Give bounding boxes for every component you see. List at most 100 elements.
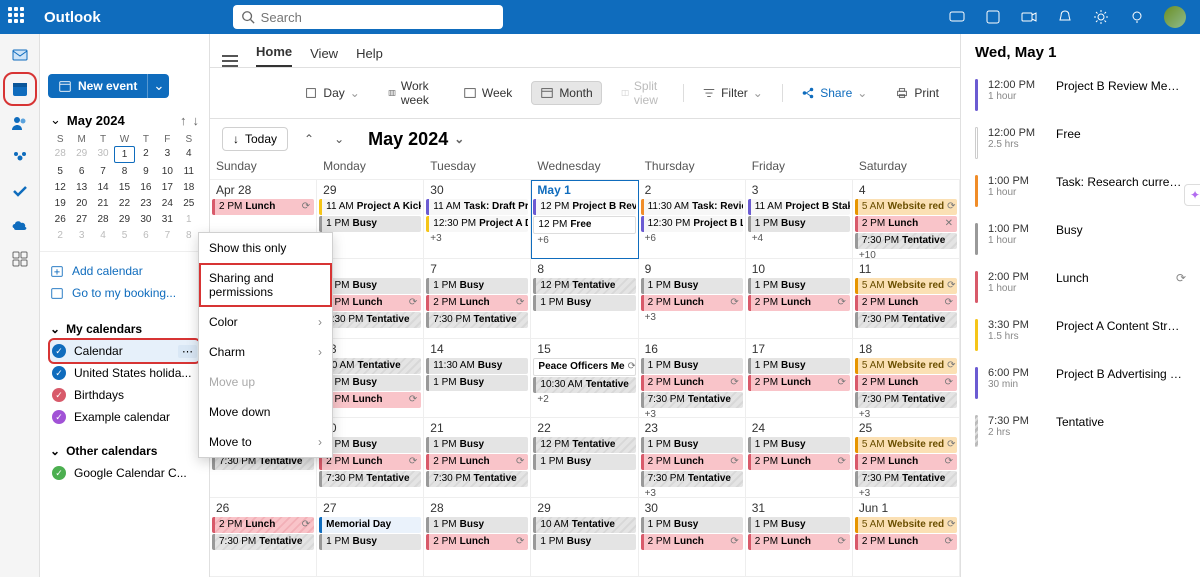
mini-day-cell[interactable]: 16 xyxy=(136,180,156,195)
agenda-item[interactable]: 7:30 PM2 hrsTentative xyxy=(975,407,1186,455)
calendar-event[interactable]: 2 PM Lunch⟳ xyxy=(212,199,314,215)
calendar-cell[interactable]: 27Memorial Day1 PM Busy xyxy=(317,498,424,577)
teams-icon[interactable] xyxy=(984,8,1002,26)
tab-view[interactable]: View xyxy=(310,46,338,67)
search-box[interactable] xyxy=(233,5,503,29)
mini-day-cell[interactable]: 13 xyxy=(71,180,91,195)
calendar-cell[interactable]: 311 AM Project B Stak1 PM Busy+4 xyxy=(746,180,853,259)
calendar-event[interactable]: 2 PM Lunch⟳ xyxy=(319,454,421,470)
calendar-event[interactable]: 1 PM Busy xyxy=(748,216,850,232)
bookings-link[interactable]: Go to my booking... xyxy=(50,282,199,304)
calendar-cell[interactable]: 115 AM Website red⟳2 PM Lunch⟳7:30 PM Te… xyxy=(853,259,960,338)
user-avatar[interactable] xyxy=(1164,6,1186,28)
calendar-item[interactable]: ✓Birthdays xyxy=(50,384,199,406)
more-events-link[interactable]: +6 xyxy=(641,233,743,244)
more-events-link[interactable]: +3 xyxy=(641,488,743,497)
calendar-event[interactable]: 7:30 PM Tentative xyxy=(426,471,528,487)
calendar-event[interactable]: 1 PM Busy xyxy=(748,278,850,294)
groups-icon[interactable] xyxy=(9,146,31,168)
more-events-link[interactable]: +3 xyxy=(855,409,957,418)
calendar-event[interactable]: 2 PM Lunch⟳ xyxy=(748,454,850,470)
calendar-cell[interactable]: 2910 AM Tentative1 PM Busy xyxy=(531,498,638,577)
mini-day-cell[interactable]: 14 xyxy=(93,180,113,195)
calendar-event[interactable]: 10 AM Tentative xyxy=(533,517,635,533)
people-icon[interactable] xyxy=(9,112,31,134)
calendar-cell[interactable]: 812 PM Tentative1 PM Busy xyxy=(531,259,638,338)
calendar-event[interactable]: 1 PM Busy xyxy=(319,534,421,550)
mini-next-icon[interactable]: ↓ xyxy=(193,113,200,128)
calendar-cell[interactable]: 161 PM Busy2 PM Lunch⟳7:30 PM Tentative+… xyxy=(639,339,746,418)
mini-day-cell[interactable]: 9 xyxy=(136,164,156,179)
more-events-link[interactable]: +2 xyxy=(533,394,635,405)
calendar-event[interactable]: 7:30 PM Tentative xyxy=(426,312,528,328)
calendar-event[interactable]: 1 PM Busy xyxy=(319,375,421,391)
calendar-event[interactable]: 7:30 PM Tentative xyxy=(319,312,421,328)
share-button[interactable]: Share ⌄ xyxy=(792,81,876,105)
agenda-item[interactable]: 1:00 PM1 hourBusy xyxy=(975,215,1186,263)
calendar-event[interactable]: 2 PM Lunch⟳ xyxy=(748,295,850,311)
filter-button[interactable]: Filter ⌄ xyxy=(693,81,772,105)
mini-day-cell[interactable]: 3 xyxy=(71,228,91,243)
calendar-event[interactable]: 2 PM Lunch⟳ xyxy=(641,534,743,550)
calendar-cell[interactable]: 231 PM Busy2 PM Lunch⟳7:30 PM Tentative+… xyxy=(639,418,746,497)
day-view-button[interactable]: Day ⌄ xyxy=(295,81,368,105)
tips-icon[interactable] xyxy=(1128,8,1146,26)
calendar-cell[interactable]: 301 PM Busy2 PM Lunch⟳ xyxy=(639,498,746,577)
calendar-event[interactable]: 1 PM Busy xyxy=(748,517,850,533)
onedrive-icon[interactable] xyxy=(9,214,31,236)
menu-item[interactable]: Move down xyxy=(199,397,332,427)
month-title[interactable]: May 2024⌄ xyxy=(368,129,464,150)
calendar-cell[interactable]: 255 AM Website red⟳2 PM Lunch⟳7:30 PM Te… xyxy=(853,418,960,497)
calendar-cell[interactable]: 91 PM Busy2 PM Lunch⟳+3 xyxy=(639,259,746,338)
calendar-item[interactable]: ✓Google Calendar C... xyxy=(50,462,199,484)
calendar-cell[interactable]: 71 PM Busy2 PM Lunch⟳7:30 PM Tentative xyxy=(424,259,531,338)
more-events-link[interactable]: +3 xyxy=(855,488,957,497)
todo-icon[interactable] xyxy=(9,180,31,202)
mini-day-cell[interactable]: 22 xyxy=(114,196,134,211)
hamburger-icon[interactable] xyxy=(222,55,238,67)
calendar-event[interactable]: 7:30 PM Tentative xyxy=(641,471,743,487)
calendar-event[interactable]: 2 PM Lunch⟳ xyxy=(855,454,957,470)
app-launcher-icon[interactable] xyxy=(8,7,28,27)
new-event-chevron[interactable]: ⌄ xyxy=(147,74,169,98)
calendar-event[interactable]: 1 PM Busy xyxy=(319,437,421,453)
calendar-event[interactable]: 1 PM Busy xyxy=(533,454,635,470)
calendar-event[interactable]: 12 PM Project B Revi xyxy=(533,199,635,215)
mini-day-cell[interactable]: 2 xyxy=(136,146,156,163)
mini-day-cell[interactable]: 5 xyxy=(50,164,70,179)
mini-day-cell[interactable]: 6 xyxy=(136,228,156,243)
apps-icon[interactable] xyxy=(9,248,31,270)
add-calendar-link[interactable]: Add calendar xyxy=(50,260,199,282)
mini-day-cell[interactable]: 27 xyxy=(71,212,91,227)
month-button[interactable]: Month xyxy=(531,81,601,105)
mini-day-cell[interactable]: 31 xyxy=(157,212,177,227)
calendar-event[interactable]: 2 PM Lunch⟳ xyxy=(855,375,957,391)
calendar-event[interactable]: 7:30 PM Tentative xyxy=(855,471,957,487)
mini-day-cell[interactable]: 24 xyxy=(157,196,177,211)
calendar-event[interactable]: 1 PM Busy xyxy=(641,358,743,374)
calendar-rail-icon[interactable] xyxy=(9,78,31,100)
calendar-event[interactable]: 2 PM Lunch⟳ xyxy=(426,295,528,311)
calendar-event[interactable]: 12:30 PM Project A D xyxy=(426,216,528,232)
mini-day-cell[interactable]: 25 xyxy=(179,196,199,211)
copilot-sparkle-icon[interactable]: ✦ xyxy=(1184,184,1200,206)
calendar-event[interactable]: 1 PM Busy xyxy=(641,517,743,533)
calendar-event[interactable]: 11 AM Task: Draft Pro xyxy=(426,199,528,215)
calendar-event[interactable]: 7:30 PM Tentative xyxy=(855,392,957,408)
mini-day-cell[interactable]: 8 xyxy=(114,164,134,179)
calendar-item[interactable]: ✓Example calendar xyxy=(50,406,199,428)
more-events-link[interactable]: +4 xyxy=(748,233,850,244)
calendar-event[interactable]: Peace Officers Me⟳ xyxy=(533,358,635,376)
calendar-event[interactable]: 1 PM Busy xyxy=(426,437,528,453)
calendar-cell[interactable]: 185 AM Website red⟳2 PM Lunch⟳7:30 PM Te… xyxy=(853,339,960,418)
mini-day-cell[interactable]: 6 xyxy=(71,164,91,179)
calendar-cell[interactable]: 171 PM Busy2 PM Lunch⟳ xyxy=(746,339,853,418)
chevron-down-icon[interactable]: ⌄ xyxy=(50,112,61,128)
menu-item[interactable]: Charm› xyxy=(199,337,332,367)
calendar-event[interactable]: 7:30 PM Tentative xyxy=(641,392,743,408)
calendar-event[interactable]: 2 PM Lunch⟳ xyxy=(319,392,421,408)
calendar-event[interactable]: 2 PM Lunch⟳ xyxy=(426,454,528,470)
calendar-event[interactable]: 1 PM Busy xyxy=(533,534,635,550)
calendar-event[interactable]: 1 PM Busy xyxy=(533,295,635,311)
calendar-cell[interactable]: 262 PM Lunch⟳7:30 PM Tentative xyxy=(210,498,317,577)
